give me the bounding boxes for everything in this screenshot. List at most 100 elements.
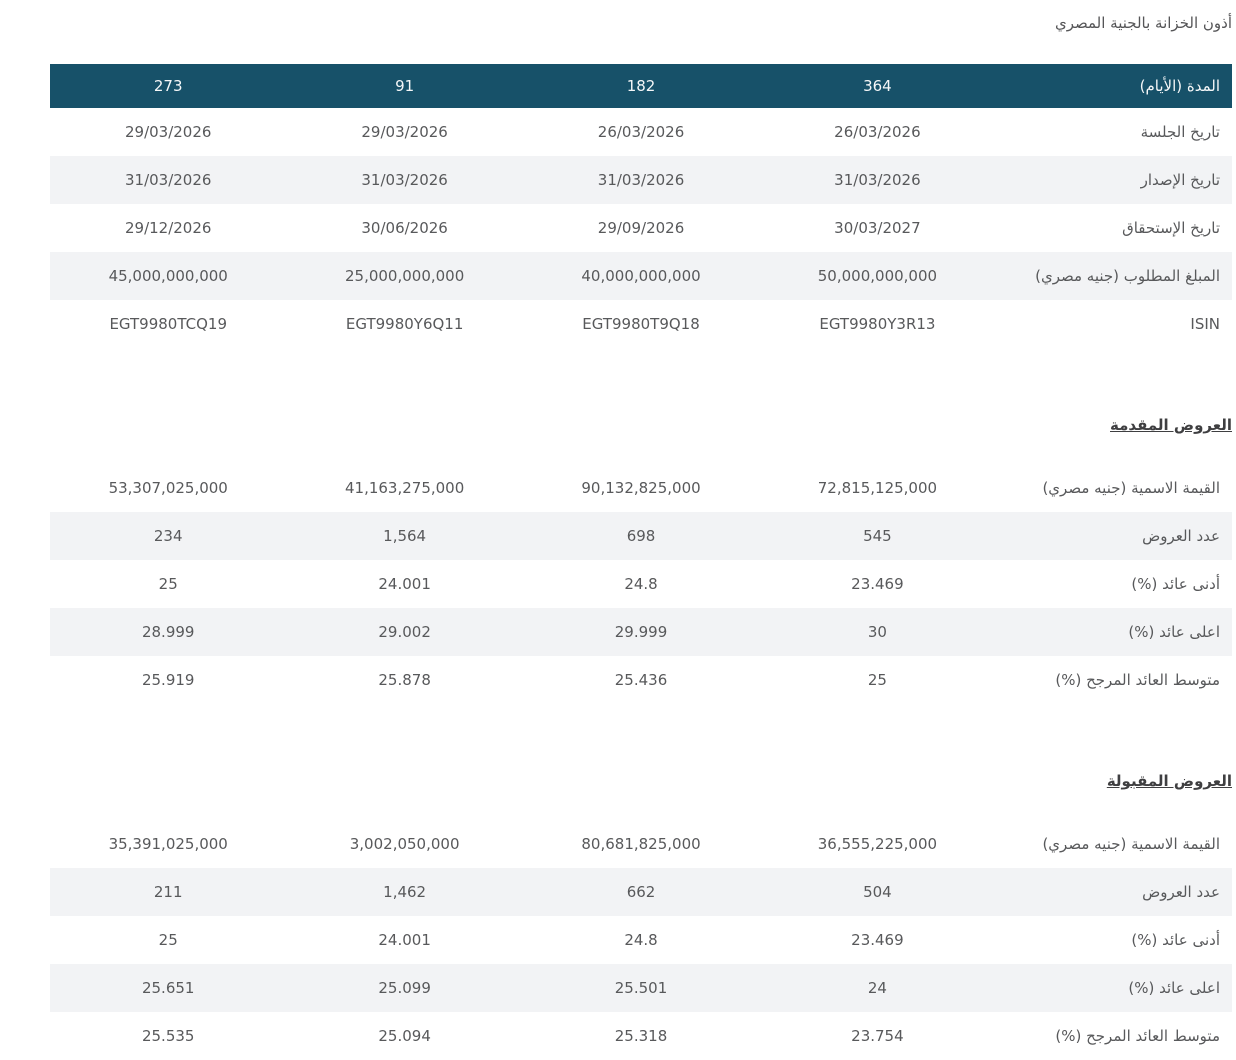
cell-value: 25.651 [141, 979, 195, 997]
cell-value: 234 [153, 527, 183, 545]
row-label: اعلى عائد (%) [1128, 623, 1220, 641]
cell-value: 25.436 [614, 671, 668, 689]
cell-value: 50,000,000,000 [817, 267, 938, 285]
cell-value: 29/03/2026 [361, 123, 448, 141]
row-label: عدد العروض [1142, 883, 1220, 901]
cell-value: 29.999 [614, 623, 668, 641]
cell-value: 80,681,825,000 [581, 835, 701, 853]
cell-value: 28.999 [141, 623, 195, 641]
treasury-bills-main-table: المدة (الأيام) 364 182 91 273 تاريخ الجل… [50, 64, 1232, 348]
duration-col-364: 364 [759, 64, 996, 108]
table-row: متوسط العائد المرجح (%) 23.754 25.318 25.09… [50, 1012, 1232, 1060]
cell-value: 1,462 [383, 883, 427, 901]
cell-value: 26/03/2026 [834, 123, 921, 141]
cell-value: 504 [863, 883, 892, 901]
table-row: عدد العروض 504 662 1,462 211 [50, 868, 1232, 916]
table-row: اعلى عائد (%) 24 25.501 25.099 25.651 [50, 964, 1232, 1012]
cell-value: EGT9980Y6Q11 [345, 315, 464, 333]
submitted-offers-body: القيمة الاسمية (جنيه مصري) 72,815,125,000… [50, 464, 1232, 704]
row-label: تاريخ الإستحقاق [1122, 219, 1220, 237]
cell-value: 24 [867, 979, 887, 997]
table-row: القيمة الاسمية (جنيه مصري) 72,815,125,000… [50, 464, 1232, 512]
cell-value: 24.8 [624, 575, 658, 593]
accepted-offers-body: القيمة الاسمية (جنيه مصري) 36,555,225,000… [50, 820, 1232, 1060]
cell-value: 29/09/2026 [597, 219, 685, 237]
cell-value: 26/03/2026 [597, 123, 685, 141]
cell-value: 211 [153, 883, 183, 901]
cell-value: 90,132,825,000 [581, 479, 701, 497]
cell-value: 25.501 [614, 979, 668, 997]
page-title: أذون الخزانة بالجنية المصري [1054, 14, 1232, 32]
submitted-offers-table: القيمة الاسمية (جنيه مصري) 72,815,125,000… [50, 464, 1232, 704]
cell-value: 31/03/2026 [597, 171, 685, 189]
cell-value: 29.002 [378, 623, 431, 641]
cell-value: EGT9980T9Q18 [582, 315, 700, 333]
accepted-offers-table: القيمة الاسمية (جنيه مصري) 36,555,225,000… [50, 820, 1232, 1060]
cell-value: 30/06/2026 [361, 219, 448, 237]
duration-col-273: 273 [50, 64, 287, 108]
table-row: تاريخ الإصدار 31/03/2026 31/03/2026 31/03/2… [50, 156, 1232, 204]
main-table-header: المدة (الأيام) 364 182 91 273 [50, 64, 1232, 108]
cell-value: 25.094 [378, 1027, 431, 1045]
cell-value: 25.099 [378, 979, 431, 997]
duration-col-182: 182 [522, 64, 760, 108]
cell-value: 23.469 [851, 931, 904, 949]
table-row: ISIN EGT9980Y3R13 EGT9980T9Q18 EGT9980Y6Q11… [50, 300, 1232, 348]
cell-value: 31/03/2026 [124, 171, 212, 189]
table-row: تاريخ الإستحقاق 30/03/2027 29/09/2026 30/06… [50, 204, 1232, 252]
row-label: أدنى عائد (%) [1131, 931, 1220, 949]
table-row: متوسط العائد المرجح (%) 25 25.436 25.878 25.… [50, 656, 1232, 704]
page-container: أذون الخزانة بالجنية المصري المدة (الأيا… [0, 14, 1236, 1060]
table-row: القيمة الاسمية (جنيه مصري) 36,555,225,000… [50, 820, 1232, 868]
cell-value: 45,000,000,000 [108, 267, 228, 285]
cell-value: 24.8 [624, 931, 658, 949]
header-row: المدة (الأيام) 364 182 91 273 [50, 64, 1232, 108]
cell-value: 25 [158, 931, 178, 949]
section-title-accepted-offers: العروض المقبولة [1106, 772, 1232, 790]
table-row: أدنى عائد (%) 23.469 24.8 24.001 25 [50, 560, 1232, 608]
cell-value: EGT9980TCQ19 [109, 315, 227, 333]
cell-value: 3,002,050,000 [349, 835, 460, 853]
row-label: تاريخ الإصدار [1140, 171, 1220, 189]
cell-value: 53,307,025,000 [108, 479, 228, 497]
cell-value: 25.919 [141, 671, 195, 689]
cell-value: 25 [158, 575, 178, 593]
table-row: أدنى عائد (%) 23.469 24.8 24.001 25 [50, 916, 1232, 964]
cell-value: 698 [626, 527, 656, 545]
cell-value: 25.318 [614, 1027, 668, 1045]
row-label: ISIN [1190, 315, 1220, 333]
cell-value: 24.001 [378, 931, 431, 949]
row-label: عدد العروض [1142, 527, 1220, 545]
row-label: تاريخ الجلسة [1140, 123, 1220, 141]
cell-value: 1,564 [383, 527, 427, 545]
row-label: القيمة الاسمية (جنيه مصري) [1042, 835, 1220, 853]
main-table-body: تاريخ الجلسة 26/03/2026 26/03/2026 29/03/20… [50, 108, 1232, 348]
cell-value: 29/12/2026 [124, 219, 212, 237]
cell-value: 35,391,025,000 [108, 835, 228, 853]
cell-value: 25.535 [141, 1027, 195, 1045]
cell-value: 25.878 [378, 671, 431, 689]
table-row: اعلى عائد (%) 30 29.999 29.002 28.999 [50, 608, 1232, 656]
row-label: متوسط العائد المرجح (%) [1055, 1027, 1220, 1045]
cell-value: 31/03/2026 [361, 171, 448, 189]
cell-value: 40,000,000,000 [581, 267, 701, 285]
cell-value: 31/03/2026 [834, 171, 921, 189]
cell-value: 662 [626, 883, 656, 901]
cell-value: 23.754 [851, 1027, 904, 1045]
cell-value: 29/03/2026 [124, 123, 212, 141]
section-title-submitted-offers: العروض المقدمة [1110, 416, 1232, 434]
row-label: اعلى عائد (%) [1128, 979, 1220, 997]
cell-value: 24.001 [378, 575, 431, 593]
row-label: المبلغ المطلوب (جنيه مصري) [1035, 267, 1220, 285]
cell-value: 30 [867, 623, 887, 641]
cell-value: 25 [867, 671, 887, 689]
cell-value: 23.469 [851, 575, 904, 593]
cell-value: 545 [863, 527, 892, 545]
cell-value: 30/03/2027 [834, 219, 921, 237]
row-label: القيمة الاسمية (جنيه مصري) [1042, 479, 1220, 497]
cell-value: EGT9980Y3R13 [819, 315, 936, 333]
row-label: متوسط العائد المرجح (%) [1055, 671, 1220, 689]
table-row: المبلغ المطلوب (جنيه مصري) 50,000,000,000… [50, 252, 1232, 300]
cell-value: 72,815,125,000 [817, 479, 938, 497]
cell-value: 25,000,000,000 [344, 267, 465, 285]
